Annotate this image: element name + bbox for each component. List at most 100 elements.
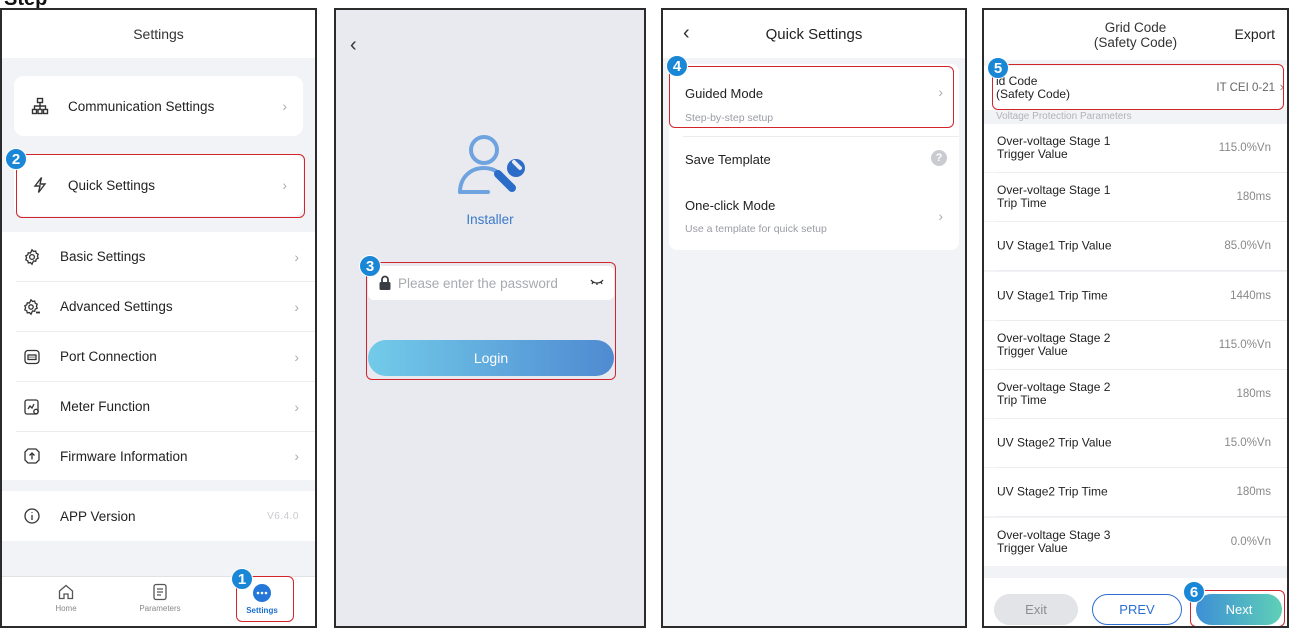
parameter-label: Over-voltage Stage 2 Trigger Value xyxy=(997,331,1110,358)
app-version-value: V6.4.0 xyxy=(267,510,299,522)
parameter-label-line1: UV Stage2 Trip Time xyxy=(997,484,1108,499)
parameter-label-line2: Trigger Value xyxy=(997,343,1068,358)
back-arrow-icon[interactable]: ‹ xyxy=(350,34,357,57)
parameter-value: 0.0%Vn xyxy=(1230,535,1271,548)
step-badge-5: 5 xyxy=(987,57,1009,79)
highlight-grid-code xyxy=(992,64,1284,110)
parameter-label: UV Stage2 Trip Time xyxy=(997,484,1108,499)
prev-button[interactable]: PREV xyxy=(1092,594,1182,625)
parameter-row[interactable]: UV Stage1 Trip Time 1440ms xyxy=(984,271,1287,320)
parameter-label: Over-voltage Stage 3 Trigger Value xyxy=(997,528,1110,555)
parameter-row[interactable]: Over-voltage Stage 1 Trip Time 180ms xyxy=(984,173,1287,222)
meter-function-item[interactable]: Meter Function › xyxy=(2,382,315,431)
header: Grid Code (Safety Code) Export xyxy=(984,10,1287,60)
settings-list: Basic Settings › Advanced Settings › Por… xyxy=(2,232,315,480)
grid-code-screen: Grid Code (Safety Code) Export id Code (… xyxy=(982,8,1289,628)
step-badge-3: 3 xyxy=(359,255,381,277)
page-title-line1: Grid Code xyxy=(1104,20,1167,35)
chevron-right-icon: › xyxy=(294,298,299,315)
basic-settings-item[interactable]: Basic Settings › xyxy=(2,232,315,281)
basic-settings-label: Basic Settings xyxy=(60,249,146,264)
parameter-value: 115.0%Vn xyxy=(1218,338,1271,351)
chevron-right-icon: › xyxy=(294,248,299,265)
step-badge-1: 1 xyxy=(231,568,253,590)
communication-settings-label: Communication Settings xyxy=(68,98,215,114)
highlight-guided-mode xyxy=(669,66,954,128)
parameter-value: 15.0%Vn xyxy=(1224,437,1271,450)
quick-settings-screen: Quick Settings ‹ Guided Mode Step-by-ste… xyxy=(661,8,967,628)
parameter-value: 1440ms xyxy=(1230,289,1271,302)
parameter-label-line2: Trip Time xyxy=(997,393,1047,407)
page-title: Grid Code (Safety Code) xyxy=(1094,20,1177,50)
port-icon xyxy=(22,347,42,367)
parameter-value: 85.0%Vn xyxy=(1224,240,1271,253)
parameter-value: 180ms xyxy=(1236,191,1271,204)
parameter-row[interactable]: Over-voltage Stage 2 Trip Time 180ms xyxy=(984,370,1287,418)
one-click-mode-description: Use a template for quick setup xyxy=(685,223,827,235)
save-template-item[interactable]: Save Template ? xyxy=(669,138,959,182)
section-title: Voltage Protection Parameters xyxy=(996,111,1132,122)
tab-parameters-label: Parameters xyxy=(139,604,181,613)
parameter-row[interactable]: UV Stage2 Trip Value 15.0%Vn xyxy=(984,419,1287,468)
one-click-mode-label: One-click Mode xyxy=(685,198,776,213)
gear-advanced-icon xyxy=(22,297,42,317)
divider xyxy=(683,136,959,137)
highlight-quick-settings xyxy=(16,154,305,218)
parameter-label: Over-voltage Stage 2 Trip Time xyxy=(997,381,1110,407)
settings-screen: Settings Communication Settings › Quick … xyxy=(0,8,317,628)
port-connection-item[interactable]: Port Connection › xyxy=(2,332,315,381)
page-title: Quick Settings xyxy=(663,10,965,58)
role-label: Installer xyxy=(466,212,514,227)
highlight-login-area xyxy=(366,262,616,380)
parameter-label: UV Stage2 Trip Value xyxy=(997,435,1112,450)
parameter-label-line2: Trigger Value xyxy=(997,147,1068,161)
parameter-label-line1: UV Stage1 Trip Time xyxy=(997,288,1108,303)
parameter-label-line1: UV Stage2 Trip Value xyxy=(997,435,1112,450)
app-version-label: APP Version xyxy=(60,508,136,524)
exit-button[interactable]: Exit xyxy=(994,594,1078,625)
port-connection-label: Port Connection xyxy=(60,349,157,364)
parameter-label-line2: Trip Time xyxy=(997,196,1047,211)
tab-parameters[interactable]: Parameters xyxy=(120,583,200,613)
parameter-row[interactable]: Over-voltage Stage 3 Trigger Value 0.0%Vn xyxy=(984,517,1287,566)
parameter-value: 115.0%Vn xyxy=(1218,142,1271,154)
communication-settings-item[interactable]: Communication Settings › xyxy=(14,76,303,136)
step-badge-2: 2 xyxy=(5,148,27,170)
parameter-label-line2: Trigger Value xyxy=(997,540,1068,555)
home-icon xyxy=(26,583,106,601)
parameter-label: UV Stage1 Trip Time xyxy=(997,289,1108,302)
chevron-right-icon: › xyxy=(294,348,299,365)
parameter-row[interactable]: UV Stage2 Trip Time 180ms xyxy=(984,468,1287,517)
app-version-item: APP Version V6.4.0 xyxy=(2,491,315,541)
export-button[interactable]: Export xyxy=(1235,26,1275,42)
firmware-information-label: Firmware Information xyxy=(60,448,188,464)
step-badge-6: 6 xyxy=(1183,581,1205,603)
advanced-settings-label: Advanced Settings xyxy=(60,299,173,314)
info-icon xyxy=(22,506,42,526)
installer-login-screen: ‹ Installer Please enter the password Lo… xyxy=(334,8,646,628)
parameter-row[interactable]: UV Stage1 Trip Value 85.0%Vn xyxy=(984,222,1287,271)
network-icon xyxy=(30,96,50,116)
installer-avatar-icon xyxy=(454,130,526,200)
meter-icon xyxy=(22,397,42,417)
advanced-settings-item[interactable]: Advanced Settings › xyxy=(2,282,315,331)
page-title: Settings xyxy=(2,10,315,58)
help-icon[interactable]: ? xyxy=(931,150,947,166)
parameter-row[interactable]: Over-voltage Stage 1 Trigger Value 115.0%V… xyxy=(984,124,1287,172)
step-badge-4: 4 xyxy=(666,55,688,77)
parameter-value: 180ms xyxy=(1236,388,1271,400)
chevron-right-icon: › xyxy=(294,398,299,415)
back-arrow-icon[interactable]: ‹ xyxy=(683,22,690,45)
firmware-information-item[interactable]: Firmware Information › xyxy=(2,432,315,480)
document-icon xyxy=(120,583,200,601)
parameter-label: UV Stage1 Trip Value xyxy=(997,239,1112,253)
chevron-right-icon: › xyxy=(938,208,943,224)
save-template-label: Save Template xyxy=(685,152,771,167)
firmware-icon xyxy=(22,446,42,466)
chevron-right-icon: › xyxy=(282,98,287,114)
one-click-mode-item[interactable]: One-click Mode Use a template for quick … xyxy=(669,182,959,250)
gear-icon xyxy=(22,247,42,267)
tab-home[interactable]: Home xyxy=(26,583,106,613)
parameter-row[interactable]: Over-voltage Stage 2 Trigger Value 115.0%V… xyxy=(984,320,1287,369)
parameter-label: Over-voltage Stage 1 Trip Time xyxy=(997,184,1110,210)
